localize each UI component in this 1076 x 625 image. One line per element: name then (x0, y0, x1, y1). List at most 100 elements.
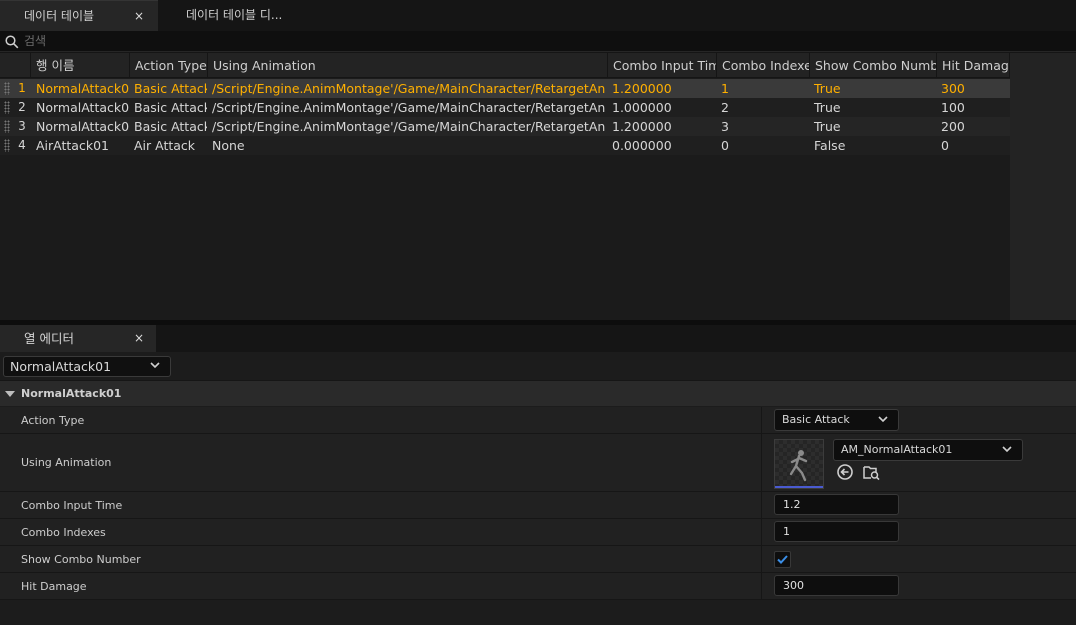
drag-handle-icon[interactable] (4, 82, 10, 95)
column-header-show-combo-number[interactable]: Show Combo Number (810, 53, 937, 78)
property-row-show-combo-number: Show Combo Number (0, 546, 1076, 573)
drag-handle-icon[interactable] (4, 139, 10, 152)
combo-indexes-field[interactable]: 1 (774, 521, 899, 542)
character-pose-icon (789, 450, 808, 482)
property-divider (761, 492, 762, 518)
cell-show-combo-number: True (814, 100, 841, 115)
row-editor-panel: NormalAttack01 NormalAttack01 Action Typ… (0, 352, 1076, 625)
column-header-action-type[interactable]: Action Type (130, 53, 208, 78)
property-label: Combo Indexes (21, 526, 106, 539)
cell-combo-input-time: 0.000000 (612, 138, 672, 153)
chevron-down-icon (1002, 446, 1012, 453)
animation-asset-picker[interactable]: AM_NormalAttack01 (833, 439, 1023, 461)
column-header-row-name[interactable]: 행 이름 (31, 53, 130, 78)
cell-hit-damage: 300 (941, 81, 965, 96)
cell-show-combo-number: False (814, 138, 846, 153)
cell-using-animation: /Script/Engine.AnimMontage'/Game/MainCha… (212, 81, 605, 96)
column-header-using-animation[interactable]: Using Animation (208, 53, 608, 78)
cell-using-animation: None (212, 138, 245, 153)
search-bar (0, 31, 1076, 52)
tab-data-table-label: 데이터 테이블 (24, 9, 95, 23)
use-selected-asset-icon[interactable] (836, 463, 854, 481)
cell-combo-indexes: 1 (721, 81, 729, 96)
table-header: 행 이름 Action Type Using Animation Combo I… (0, 53, 1010, 78)
search-input[interactable] (24, 31, 924, 51)
cell-hit-damage: 0 (941, 138, 949, 153)
cell-row-name: NormalAttack01 (36, 81, 130, 96)
cell-combo-input-time: 1.200000 (612, 81, 672, 96)
cell-using-animation: /Script/Engine.AnimMontage'/Game/MainCha… (212, 119, 605, 134)
cell-combo-indexes: 3 (721, 119, 729, 134)
row-name-dropdown-value: NormalAttack01 (10, 359, 112, 374)
chevron-down-icon (878, 416, 888, 423)
cell-combo-input-time: 1.000000 (612, 100, 672, 115)
property-divider (761, 434, 762, 491)
property-row-combo-input-time: Combo Input Time 1.2 (0, 492, 1076, 519)
cell-row-name: AirAttack01 (36, 138, 109, 153)
drag-handle-icon[interactable] (4, 120, 10, 133)
collapse-arrow-icon[interactable] (5, 391, 15, 397)
hit-damage-field[interactable]: 300 (774, 575, 899, 596)
property-label: Show Combo Number (21, 553, 141, 566)
property-divider (761, 546, 762, 572)
data-table: 행 이름 Action Type Using Animation Combo I… (0, 53, 1010, 320)
tab-data-table-details-label: 데이터 테이블 디... (186, 8, 283, 22)
cell-combo-indexes: 0 (721, 138, 729, 153)
property-label: Using Animation (21, 456, 112, 469)
document-tab-bar: 데이터 테이블 × 데이터 테이블 디... (0, 0, 1076, 31)
checkmark-icon (777, 555, 788, 564)
row-details-section-header[interactable]: NormalAttack01 (0, 380, 1076, 406)
cell-using-animation: /Script/Engine.AnimMontage'/Game/MainCha… (212, 100, 605, 115)
cell-show-combo-number: True (814, 81, 841, 96)
property-label: Combo Input Time (21, 499, 123, 512)
tab-close-icon[interactable]: × (134, 1, 144, 32)
cell-hit-damage: 100 (941, 100, 965, 115)
row-editor-tab-bar: 열 에디터 × (0, 325, 1076, 352)
cell-row-name: NormalAttack03 (36, 119, 130, 134)
action-type-dropdown[interactable]: Basic Attack (774, 409, 899, 431)
animation-thumbnail[interactable] (774, 439, 824, 489)
tab-data-table-details[interactable]: 데이터 테이블 디... (186, 0, 282, 31)
property-row-hit-damage: Hit Damage 300 (0, 573, 1076, 600)
row-index: 4 (18, 138, 26, 152)
tab-close-icon[interactable]: × (134, 325, 144, 352)
animation-asset-value: AM_NormalAttack01 (841, 443, 953, 456)
property-divider (761, 573, 762, 599)
tab-row-editor-label: 열 에디터 (24, 331, 74, 346)
section-title: NormalAttack01 (21, 387, 122, 400)
tab-row-editor[interactable]: 열 에디터 × (0, 325, 156, 352)
table-row[interactable]: 1 NormalAttack01 Basic Attack /Script/En… (0, 79, 1010, 98)
browse-asset-icon[interactable] (862, 463, 880, 481)
tab-data-table[interactable]: 데이터 테이블 × (0, 0, 158, 31)
table-side-panel (1010, 53, 1076, 320)
cell-row-name: NormalAttack02 (36, 100, 130, 115)
column-header-hit-damage[interactable]: Hit Damage (937, 53, 1010, 78)
row-name-dropdown[interactable]: NormalAttack01 (3, 356, 171, 377)
property-label: Hit Damage (21, 580, 87, 593)
column-header-combo-indexes[interactable]: Combo Indexes (717, 53, 810, 78)
cell-show-combo-number: True (814, 119, 841, 134)
combo-input-time-field[interactable]: 1.2 (774, 494, 899, 515)
drag-handle-icon[interactable] (4, 101, 10, 114)
cell-action-type: Basic Attack (134, 100, 207, 115)
table-row[interactable]: 2 NormalAttack02 Basic Attack /Script/En… (0, 98, 1010, 117)
search-icon (5, 35, 19, 49)
cell-action-type: Air Attack (134, 138, 196, 153)
asset-type-color-bar (775, 486, 823, 488)
show-combo-number-checkbox[interactable] (774, 551, 791, 568)
table-row[interactable]: 3 NormalAttack03 Basic Attack /Script/En… (0, 117, 1010, 136)
cell-combo-input-time: 1.200000 (612, 119, 672, 134)
row-index: 1 (18, 81, 26, 95)
cell-action-type: Basic Attack (134, 119, 207, 134)
column-header-index (0, 53, 31, 78)
column-header-combo-input-time[interactable]: Combo Input Time (608, 53, 717, 78)
property-row-action-type: Action Type Basic Attack (0, 407, 1076, 434)
action-type-value: Basic Attack (782, 413, 850, 426)
row-index: 2 (18, 100, 26, 114)
property-label: Action Type (21, 414, 85, 427)
property-row-combo-indexes: Combo Indexes 1 (0, 519, 1076, 546)
table-row[interactable]: 4 AirAttack01 Air Attack None 0.000000 0… (0, 136, 1010, 155)
chevron-down-icon (150, 362, 160, 369)
cell-combo-indexes: 2 (721, 100, 729, 115)
property-divider (761, 407, 762, 433)
